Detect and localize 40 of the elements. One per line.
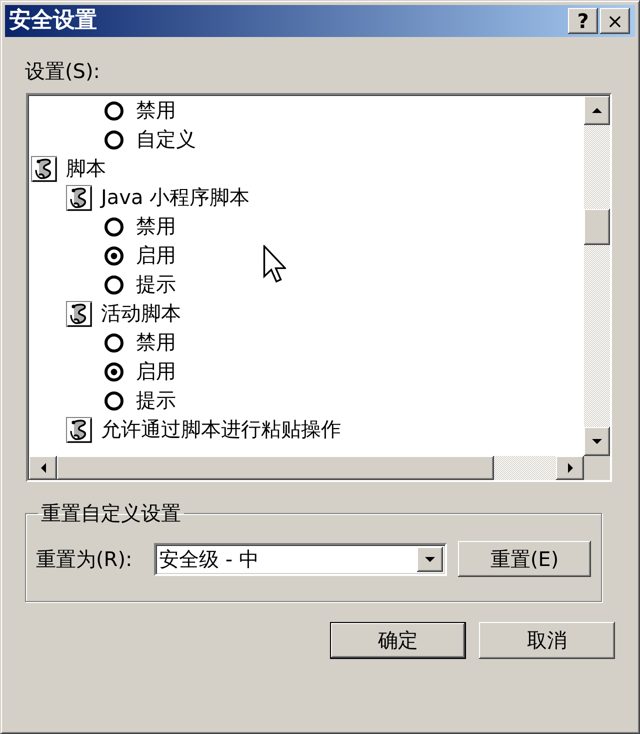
radio-option[interactable]: 启用	[101, 241, 176, 270]
radio-option[interactable]: 禁用	[101, 212, 176, 241]
ok-button[interactable]: 确定	[330, 622, 466, 659]
group-title: 重置自定义设置	[40, 501, 182, 525]
vertical-scrollbar[interactable]	[584, 96, 610, 456]
tree-item[interactable]: Java 小程序脚本	[66, 183, 250, 212]
cancel-button[interactable]: 取消	[479, 622, 615, 659]
caret-down-icon	[592, 438, 602, 445]
scroll-up-button[interactable]	[584, 96, 610, 125]
caret-right-icon	[566, 463, 574, 473]
security-level-combobox[interactable]: 安全级 - 中	[154, 542, 447, 576]
radio-option[interactable]: 禁用	[101, 328, 176, 357]
window-title: 安全设置	[9, 7, 97, 35]
settings-label: 设置(S):	[24, 59, 100, 83]
scroll-right-button[interactable]	[556, 456, 584, 480]
radio-option[interactable]: 提示	[101, 386, 176, 415]
close-button[interactable]: ×	[600, 8, 630, 34]
horizontal-scrollbar[interactable]	[29, 456, 584, 480]
radio-option[interactable]: 启用	[101, 357, 176, 386]
radio-option[interactable]: 自定义	[101, 125, 196, 154]
caret-left-icon	[40, 463, 46, 473]
radio-option[interactable]: 提示	[101, 270, 176, 299]
scroll-icon	[66, 184, 92, 210]
scroll-thumb[interactable]	[57, 456, 494, 480]
radio-option[interactable]: 禁用	[101, 96, 176, 125]
tree-item[interactable]: 脚本	[31, 154, 106, 183]
caret-up-icon	[592, 107, 602, 114]
help-button[interactable]: ?	[568, 8, 598, 34]
reset-button[interactable]: 重置(E)	[458, 541, 591, 577]
reset-to-label: 重置为(R):	[36, 547, 134, 571]
scroll-left-button[interactable]	[29, 456, 57, 480]
tree-item[interactable]: 允许通过脚本进行粘贴操作	[66, 415, 341, 444]
mouse-pointer-icon	[263, 245, 286, 283]
scroll-down-button[interactable]	[584, 427, 610, 456]
tree-item[interactable]: 活动脚本	[66, 299, 181, 328]
scroll-icon	[66, 416, 92, 442]
dropdown-button[interactable]	[417, 546, 443, 572]
scroll-thumb[interactable]	[584, 209, 610, 245]
caret-down-icon	[425, 556, 435, 562]
scroll-icon	[66, 300, 92, 326]
